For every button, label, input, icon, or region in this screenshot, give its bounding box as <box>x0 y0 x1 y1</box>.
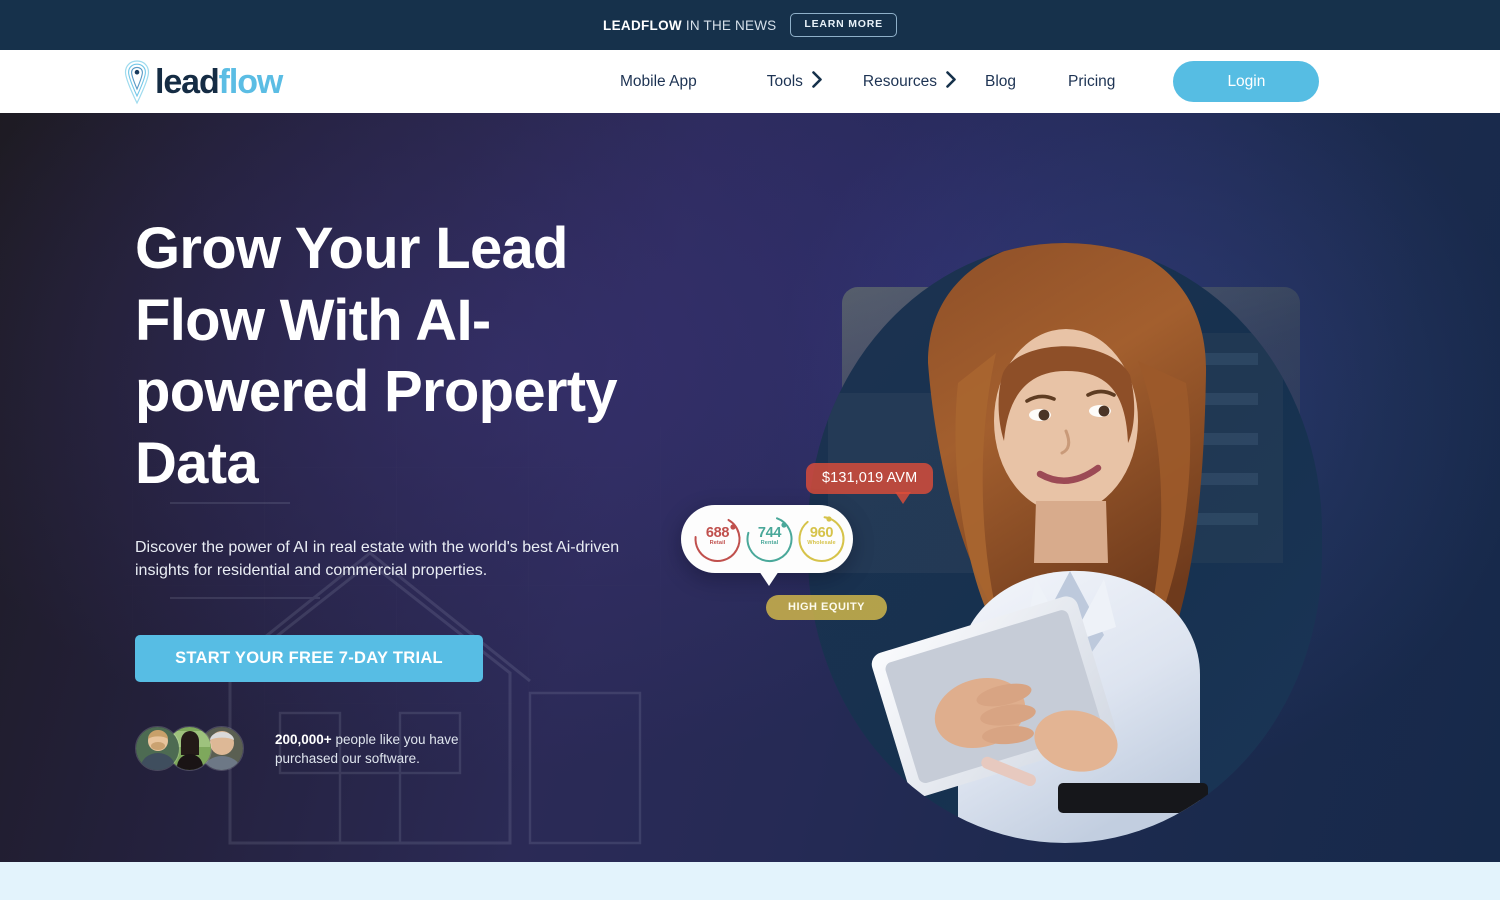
page-title: Grow Your Lead Flow With AI-powered Prop… <box>135 216 618 496</box>
status-badge-avm: $131,019 AVM <box>806 463 934 504</box>
nav-item-tools[interactable]: Tools <box>766 70 823 93</box>
gauge-label: Retail <box>709 540 726 546</box>
hero-copy: Grow Your Lead Flow With AI-powered Prop… <box>135 213 755 772</box>
social-proof-count: 200,000+ <box>275 731 332 747</box>
avatar-group <box>135 726 253 772</box>
gauge-wholesale: 960 Wholesale <box>793 509 850 569</box>
gauge-label: Rental <box>760 540 779 546</box>
announcement-bar: LEADFLOW IN THE NEWS LEARN MORE <box>0 0 1500 50</box>
announcement-brand: LEADFLOW <box>603 17 682 33</box>
avatar <box>135 726 180 772</box>
announcement-suffix: IN THE NEWS <box>681 17 777 33</box>
hero-artwork: $131,019 AVM 688 Retail 744 Rental 960 W… <box>681 153 1406 862</box>
start-free-trial-button[interactable]: START YOUR FREE 7-DAY TRIAL <box>135 635 483 683</box>
nav-item-label: Resources <box>862 72 937 90</box>
login-button[interactable]: Login <box>1173 61 1320 102</box>
main-navigation: leadflow Mobile App Tools Resources Blog… <box>0 50 1500 113</box>
learn-more-button[interactable]: LEARN MORE <box>790 13 897 37</box>
logo-word-light: flow <box>218 62 284 101</box>
hero-section: Grow Your Lead Flow With AI-powered Prop… <box>0 113 1500 862</box>
property-metrics-bubble: 688 Retail 744 Rental 960 Wholesale <box>681 505 853 586</box>
social-proof-text: 200,000+ people like you have purchased … <box>275 730 490 768</box>
nav-item-label: Tools <box>766 72 803 90</box>
chevron-right-icon <box>812 70 823 93</box>
gauge-rental: 744 Rental <box>741 509 798 569</box>
location-pin-signal-icon <box>124 59 150 105</box>
nav-links: Mobile App Tools Resources Blog Pricing … <box>620 50 1320 113</box>
nav-item-resources[interactable]: Resources <box>862 70 957 93</box>
hero-photo-woman-with-tablet <box>808 243 1322 843</box>
logo[interactable]: leadflow <box>124 59 284 105</box>
gauge-retail: 688 Retail <box>689 509 746 569</box>
announcement-text: LEADFLOW IN THE NEWS <box>603 18 776 33</box>
logo-word-dark: lead <box>155 62 220 101</box>
chevron-right-icon <box>946 70 957 93</box>
nav-item-label: Mobile App <box>620 72 697 90</box>
status-badge-high-equity: HIGH EQUITY <box>766 595 888 620</box>
nav-item-blog[interactable]: Blog <box>985 73 1016 91</box>
gauge-value: 960 <box>809 525 834 541</box>
gauge-label: Wholesale <box>807 540 836 546</box>
logo-wordmark: leadflow <box>155 62 284 101</box>
gauge-value: 744 <box>757 525 782 541</box>
nav-item-label: Blog <box>984 72 1017 90</box>
social-proof: 200,000+ people like you have purchased … <box>135 726 755 772</box>
nav-item-mobile-app[interactable]: Mobile App <box>620 73 697 91</box>
gauge-value: 688 <box>705 525 730 541</box>
nav-item-label: Pricing <box>1068 72 1116 90</box>
nav-item-pricing[interactable]: Pricing <box>1068 73 1115 91</box>
next-section <box>0 862 1500 900</box>
hero-subtitle: Discover the power of AI in real estate … <box>135 538 620 579</box>
gauge-group: 688 Retail 744 Rental 960 Wholesale <box>689 509 845 569</box>
